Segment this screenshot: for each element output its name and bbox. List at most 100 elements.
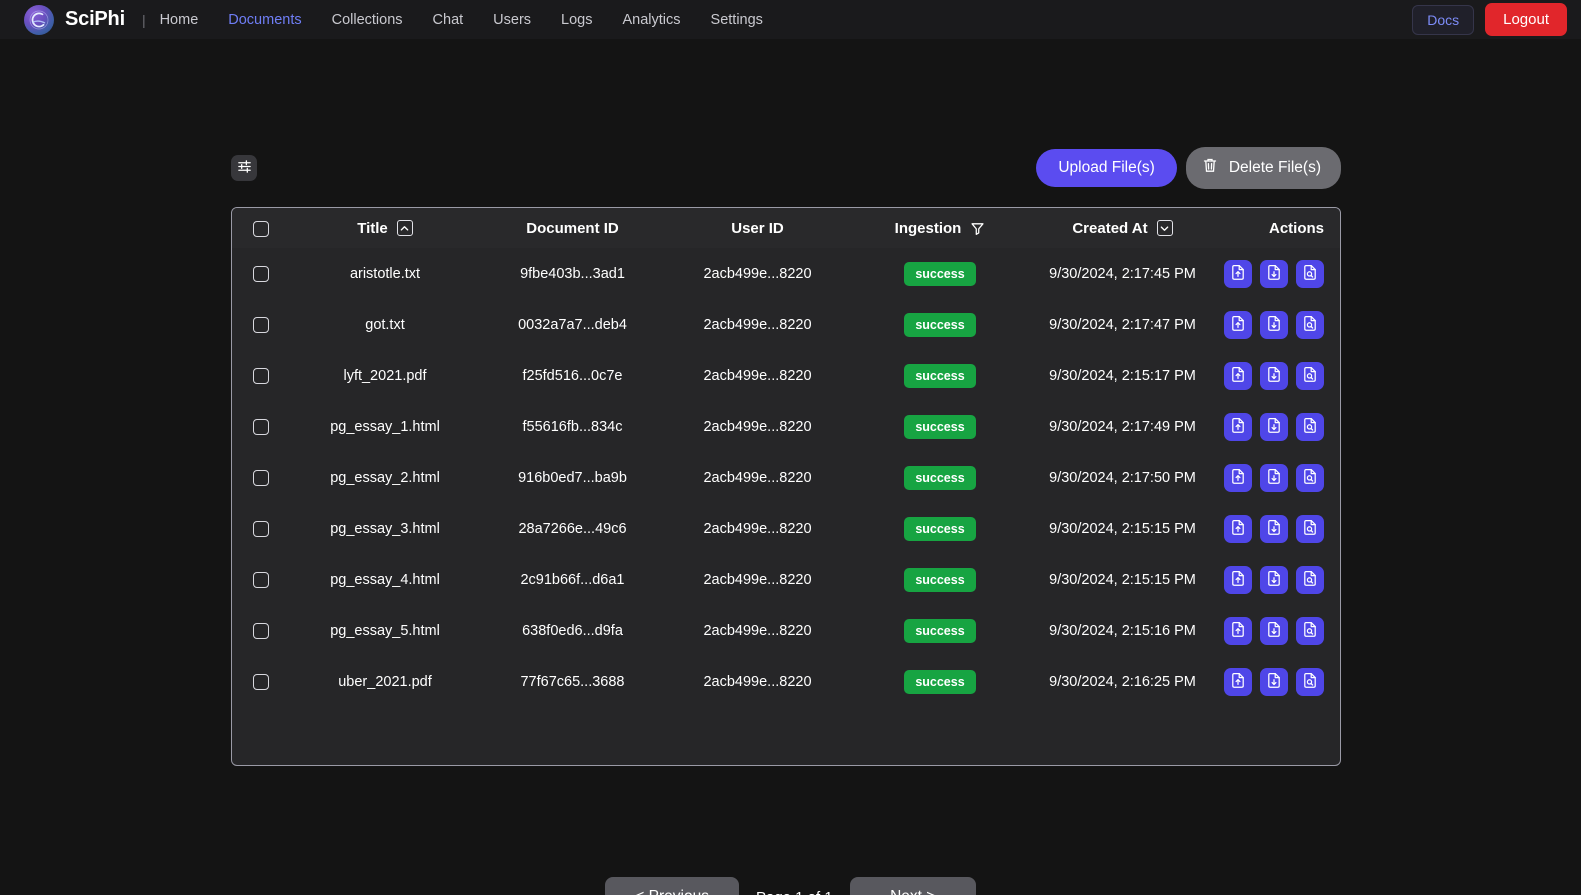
row-checkbox[interactable] xyxy=(253,571,269,588)
row-checkbox[interactable] xyxy=(253,316,269,333)
logout-button[interactable]: Logout xyxy=(1485,3,1567,36)
nav-link-analytics[interactable]: Analytics xyxy=(623,12,681,28)
select-all-checkbox[interactable] xyxy=(253,220,269,237)
status-badge: success xyxy=(904,516,976,541)
header-created-at[interactable]: Created At xyxy=(1030,208,1215,248)
row-checkbox[interactable] xyxy=(253,367,269,384)
row-checkbox[interactable] xyxy=(253,418,269,435)
nav-link-users[interactable]: Users xyxy=(493,12,531,28)
row-checkbox[interactable] xyxy=(253,622,269,639)
status-badge: success xyxy=(904,669,976,694)
funnel-filter-icon[interactable] xyxy=(970,221,985,236)
row-checkbox[interactable] xyxy=(253,265,269,282)
file-upload-button[interactable] xyxy=(1224,361,1252,390)
file-upload-button[interactable] xyxy=(1224,667,1252,696)
row-user-id: 2acb499e...8220 xyxy=(703,520,812,537)
file-search-button[interactable] xyxy=(1296,463,1324,492)
header-document-id[interactable]: Document ID xyxy=(480,208,665,248)
row-checkbox[interactable] xyxy=(253,520,269,537)
brand[interactable]: SciPhi xyxy=(24,4,125,35)
row-document-id: f25fd516...0c7e xyxy=(522,367,623,384)
file-upload-button[interactable] xyxy=(1224,514,1252,543)
file-search-button[interactable] xyxy=(1296,310,1324,339)
row-select-cell xyxy=(232,554,290,605)
table-row[interactable]: got.txt 0032a7a7...deb4 2acb499e...8220 suc… xyxy=(232,299,1340,350)
row-actions-cell xyxy=(1215,299,1340,350)
table-body: aristotle.txt 9fbe403b...3ad1 2acb499e...8… xyxy=(232,248,1340,707)
sort-ascending-icon[interactable] xyxy=(396,220,413,236)
nav-link-home[interactable]: Home xyxy=(160,12,199,28)
file-search-button[interactable] xyxy=(1296,616,1324,645)
row-title: pg_essay_1.html xyxy=(330,418,440,435)
row-checkbox[interactable] xyxy=(253,469,269,486)
row-select-cell xyxy=(232,605,290,656)
header-title[interactable]: Title xyxy=(290,208,480,248)
file-upload-icon xyxy=(1230,315,1246,335)
file-download-button[interactable] xyxy=(1260,412,1288,441)
docs-button[interactable]: Docs xyxy=(1412,4,1475,35)
row-ingestion-cell: success xyxy=(850,605,1030,656)
file-download-button[interactable] xyxy=(1260,616,1288,645)
row-actions-cell xyxy=(1215,452,1340,503)
documents-panel: Upload File(s) Delete File(s) Title Docu… xyxy=(231,146,1341,766)
nav-link-collections[interactable]: Collections xyxy=(332,12,403,28)
file-search-icon xyxy=(1302,366,1318,386)
row-ingestion-cell: success xyxy=(850,299,1030,350)
nav-link-documents[interactable]: Documents xyxy=(228,12,301,28)
file-download-button[interactable] xyxy=(1260,310,1288,339)
row-document-id: 9fbe403b...3ad1 xyxy=(520,265,625,282)
file-upload-button[interactable] xyxy=(1224,565,1252,594)
file-upload-button[interactable] xyxy=(1224,616,1252,645)
upload-files-button[interactable]: Upload File(s) xyxy=(1036,149,1177,187)
row-actions-cell xyxy=(1215,503,1340,554)
file-download-button[interactable] xyxy=(1260,259,1288,288)
file-download-button[interactable] xyxy=(1260,667,1288,696)
row-document-id: f55616fb...834c xyxy=(522,418,623,435)
header-ingestion[interactable]: Ingestion xyxy=(850,208,1030,248)
file-download-button[interactable] xyxy=(1260,565,1288,594)
table-row[interactable]: pg_essay_5.html 638f0ed6...d9fa 2acb499e..… xyxy=(232,605,1340,656)
file-upload-button[interactable] xyxy=(1224,310,1252,339)
sort-descending-icon[interactable] xyxy=(1156,220,1173,236)
file-search-button[interactable] xyxy=(1296,565,1324,594)
nav-link-settings[interactable]: Settings xyxy=(711,12,763,28)
row-checkbox[interactable] xyxy=(253,673,269,690)
file-upload-button[interactable] xyxy=(1224,259,1252,288)
file-search-button[interactable] xyxy=(1296,412,1324,441)
header-user-id-label: User ID xyxy=(731,219,784,237)
table-row[interactable]: pg_essay_3.html 28a7266e...49c6 2acb499e..… xyxy=(232,503,1340,554)
row-actions xyxy=(1215,514,1340,543)
file-download-button[interactable] xyxy=(1260,514,1288,543)
table-row[interactable]: lyft_2021.pdf f25fd516...0c7e 2acb499e...8… xyxy=(232,350,1340,401)
file-download-icon xyxy=(1266,672,1282,692)
row-actions xyxy=(1215,667,1340,696)
row-select-cell xyxy=(232,656,290,707)
status-badge: success xyxy=(904,618,976,643)
status-badge: success xyxy=(904,363,976,388)
file-search-button[interactable] xyxy=(1296,667,1324,696)
previous-page-button[interactable]: < Previous xyxy=(605,877,739,895)
file-search-button[interactable] xyxy=(1296,361,1324,390)
file-search-button[interactable] xyxy=(1296,514,1324,543)
delete-files-button[interactable]: Delete File(s) xyxy=(1185,147,1341,189)
file-upload-button[interactable] xyxy=(1224,412,1252,441)
table-row[interactable]: aristotle.txt 9fbe403b...3ad1 2acb499e...8… xyxy=(232,248,1340,299)
header-user-id[interactable]: User ID xyxy=(665,208,850,248)
table-row[interactable]: pg_essay_4.html 2c91b66f...d6a1 2acb499e..… xyxy=(232,554,1340,605)
file-download-button[interactable] xyxy=(1260,361,1288,390)
file-upload-icon xyxy=(1230,519,1246,539)
file-search-button[interactable] xyxy=(1296,259,1324,288)
pagination: < Previous Page 1 of 1 Next > xyxy=(0,877,1581,895)
table-row[interactable]: pg_essay_2.html 916b0ed7...ba9b 2acb499e..… xyxy=(232,452,1340,503)
row-actions xyxy=(1215,616,1340,645)
table-row[interactable]: pg_essay_1.html f55616fb...834c 2acb499e..… xyxy=(232,401,1340,452)
row-title: pg_essay_2.html xyxy=(330,469,440,486)
nav-link-logs[interactable]: Logs xyxy=(561,12,592,28)
file-upload-button[interactable] xyxy=(1224,463,1252,492)
file-search-icon xyxy=(1302,570,1318,590)
table-row[interactable]: uber_2021.pdf 77f67c65...3688 2acb499e...8… xyxy=(232,656,1340,707)
next-page-button[interactable]: Next > xyxy=(849,877,976,895)
nav-link-chat[interactable]: Chat xyxy=(433,12,464,28)
file-download-button[interactable] xyxy=(1260,463,1288,492)
sliders-icon-button[interactable] xyxy=(231,155,257,181)
